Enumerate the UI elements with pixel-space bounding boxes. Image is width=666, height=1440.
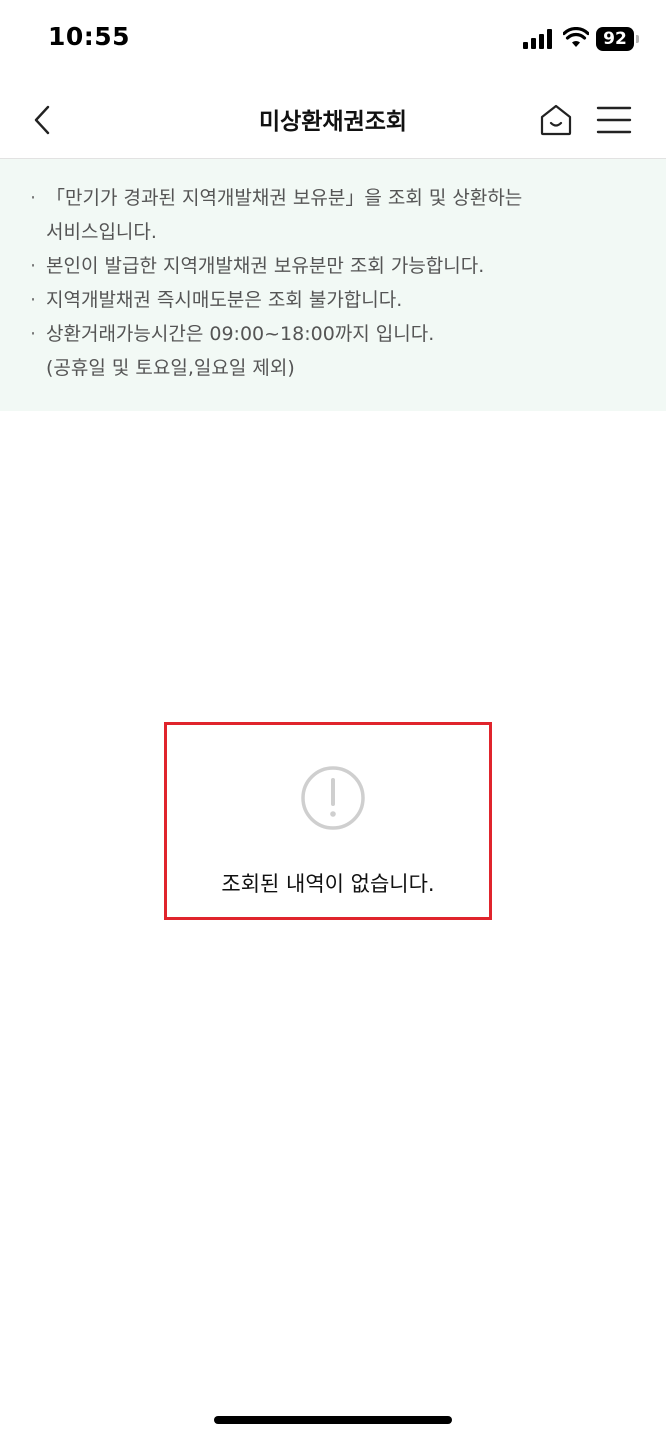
exclamation-circle-icon [301,766,365,830]
status-time: 10:55 [48,22,131,51]
home-icon [540,104,572,136]
notice-box: · 「만기가 경과된 지역개발채권 보유분」을 조회 및 상환하는 서비스입니다… [0,159,666,411]
notice-item: · 「만기가 경과된 지역개발채권 보유분」을 조회 및 상환하는 서비스입니다… [30,181,636,249]
battery-indicator: 92 [596,27,640,51]
wifi-icon [563,27,589,47]
notice-list: · 「만기가 경과된 지역개발채권 보유분」을 조회 및 상환하는 서비스입니다… [0,159,666,385]
battery-cap [636,35,639,43]
notice-item: · 본인이 발급한 지역개발채권 보유분만 조회 가능합니다. [30,249,636,283]
screen: 10:55 92 미상환채권조회 · 「만기가 경과된 지역개발채권 보유분」을… [0,0,666,1440]
bullet-dot: · [30,255,37,277]
menu-button[interactable] [594,102,634,138]
notice-text: 「만기가 경과된 지역개발채권 보유분」을 조회 및 상환하는 [46,187,523,209]
bullet-dot: · [30,323,37,345]
home-button[interactable] [536,100,576,140]
bullet-dot: · [30,187,37,209]
empty-message: 조회된 내역이 없습니다. [221,872,435,896]
notice-item: · 상환거래가능시간은 09:00~18:00까지 입니다. (공휴일 및 토요… [30,317,636,385]
bullet-dot: · [30,289,37,311]
home-indicator[interactable] [214,1416,452,1424]
hamburger-menu-icon [596,106,632,134]
notice-text: 서비스입니다. [46,221,157,243]
status-bar: 10:55 92 [0,0,666,80]
notice-text: 본인이 발급한 지역개발채권 보유분만 조회 가능합니다. [46,255,485,277]
notice-text: 상환거래가능시간은 09:00~18:00까지 입니다. [46,323,435,345]
notice-text: (공휴일 및 토요일,일요일 제외) [46,357,295,379]
cellular-signal-icon [523,29,552,49]
battery-level: 92 [596,27,634,51]
notice-item: · 지역개발채권 즉시매도분은 조회 불가합니다. [30,283,636,317]
empty-state: 조회된 내역이 없습니다. [164,722,492,920]
app-header: 미상환채권조회 [0,80,666,159]
notice-text: 지역개발채권 즉시매도분은 조회 불가합니다. [46,289,403,311]
